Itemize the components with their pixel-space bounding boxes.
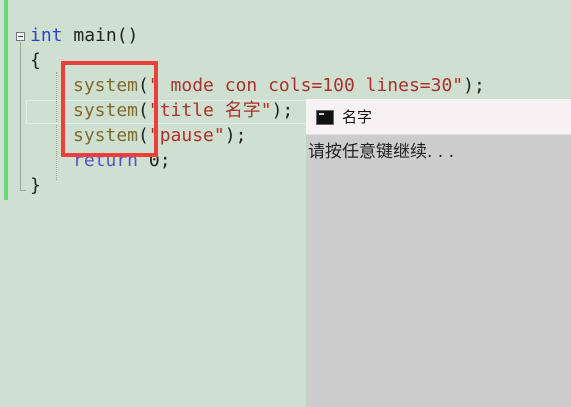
keyword-int: int bbox=[30, 25, 63, 46]
console-title-bar[interactable]: 名字 bbox=[306, 99, 571, 135]
change-indicator-bar bbox=[4, 0, 8, 200]
string-literal: "pause" bbox=[148, 125, 225, 146]
code-line-7[interactable]: } bbox=[30, 174, 41, 198]
string-literal: " mode con cols=100 lines=30" bbox=[148, 75, 464, 96]
annotation-highlight-box bbox=[61, 61, 158, 157]
paren-close: ); bbox=[271, 100, 294, 121]
fold-collapse-icon[interactable] bbox=[16, 32, 25, 41]
function-signature: main() bbox=[62, 25, 139, 46]
code-line-1[interactable]: int main() bbox=[30, 24, 138, 48]
close-brace: } bbox=[30, 175, 41, 196]
open-brace: { bbox=[30, 50, 41, 71]
paren-close: ); bbox=[224, 125, 247, 146]
indent-guide bbox=[56, 72, 57, 180]
string-literal: "title 名字" bbox=[148, 100, 272, 121]
console-window-icon bbox=[316, 110, 334, 125]
code-line-2[interactable]: { bbox=[30, 49, 41, 73]
console-window-title: 名字 bbox=[342, 108, 373, 126]
fold-guide-line bbox=[20, 42, 21, 190]
paren-close: ); bbox=[463, 75, 485, 96]
console-window[interactable]: 名字 请按任意键继续. . . bbox=[306, 99, 571, 407]
fold-guide-end bbox=[20, 190, 26, 191]
console-output-text: 请按任意键继续. . . bbox=[308, 142, 455, 162]
